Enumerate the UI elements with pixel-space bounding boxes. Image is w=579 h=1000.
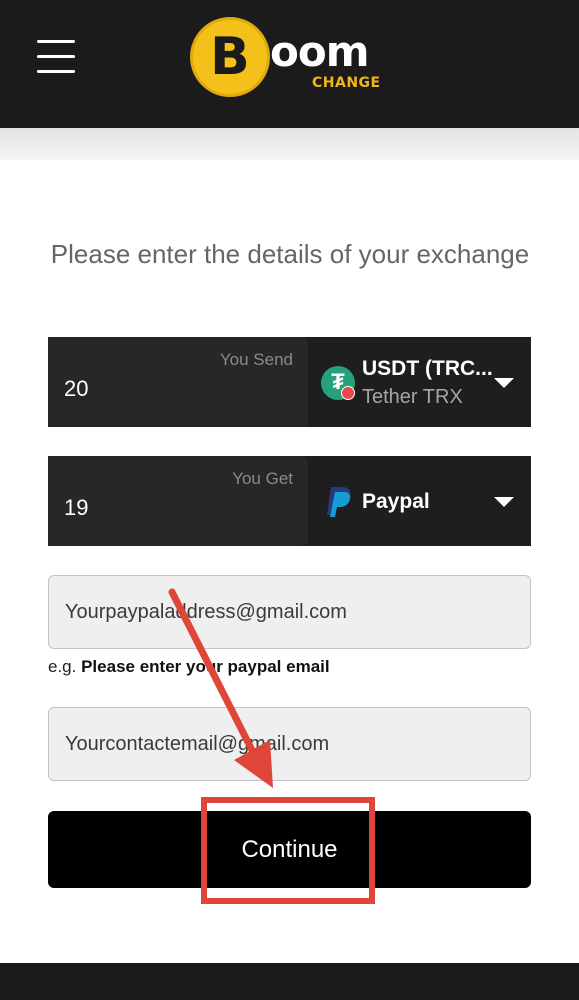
annotation-highlight-box	[201, 797, 375, 904]
send-currency-name: USDT (TRC...	[362, 357, 493, 380]
send-currency-select[interactable]: ₮ USDT (TRC... Tether TRX	[308, 337, 531, 427]
logo-word: oom	[270, 27, 369, 76]
get-label: You Get	[232, 469, 293, 488]
tether-icon: ₮	[321, 366, 355, 400]
get-amount-box: You Get	[48, 456, 308, 546]
send-label: You Send	[219, 350, 293, 369]
bitcoin-coin-icon: B	[190, 17, 270, 97]
send-amount-input[interactable]	[64, 371, 264, 407]
boomchange-logo[interactable]: B oom CHANGE	[190, 17, 395, 99]
get-row: You Get Paypal	[48, 456, 531, 546]
logo-subtitle: CHANGE	[312, 75, 381, 91]
app-header: B oom CHANGE	[0, 0, 579, 128]
get-currency-select[interactable]: Paypal	[308, 456, 531, 546]
page-title: Please enter the details of your exchang…	[50, 239, 530, 269]
paypal-icon	[327, 487, 351, 517]
send-row: You Send ₮ USDT (TRC... Tether TRX	[48, 337, 531, 427]
get-amount-input[interactable]	[64, 490, 264, 526]
header-shadow	[0, 128, 579, 160]
page-footer	[0, 963, 579, 1000]
chevron-down-icon[interactable]	[494, 378, 514, 388]
chevron-down-icon[interactable]	[494, 497, 514, 507]
paypal-email-input[interactable]	[48, 575, 531, 649]
hamburger-menu-icon[interactable]	[37, 40, 75, 74]
get-currency-name: Paypal	[362, 490, 430, 513]
contact-email-input[interactable]	[48, 707, 531, 781]
paypal-email-hint: e.g. Please enter your paypal email	[48, 657, 330, 676]
send-amount-box: You Send	[48, 337, 308, 427]
send-currency-network: Tether TRX	[362, 386, 463, 408]
